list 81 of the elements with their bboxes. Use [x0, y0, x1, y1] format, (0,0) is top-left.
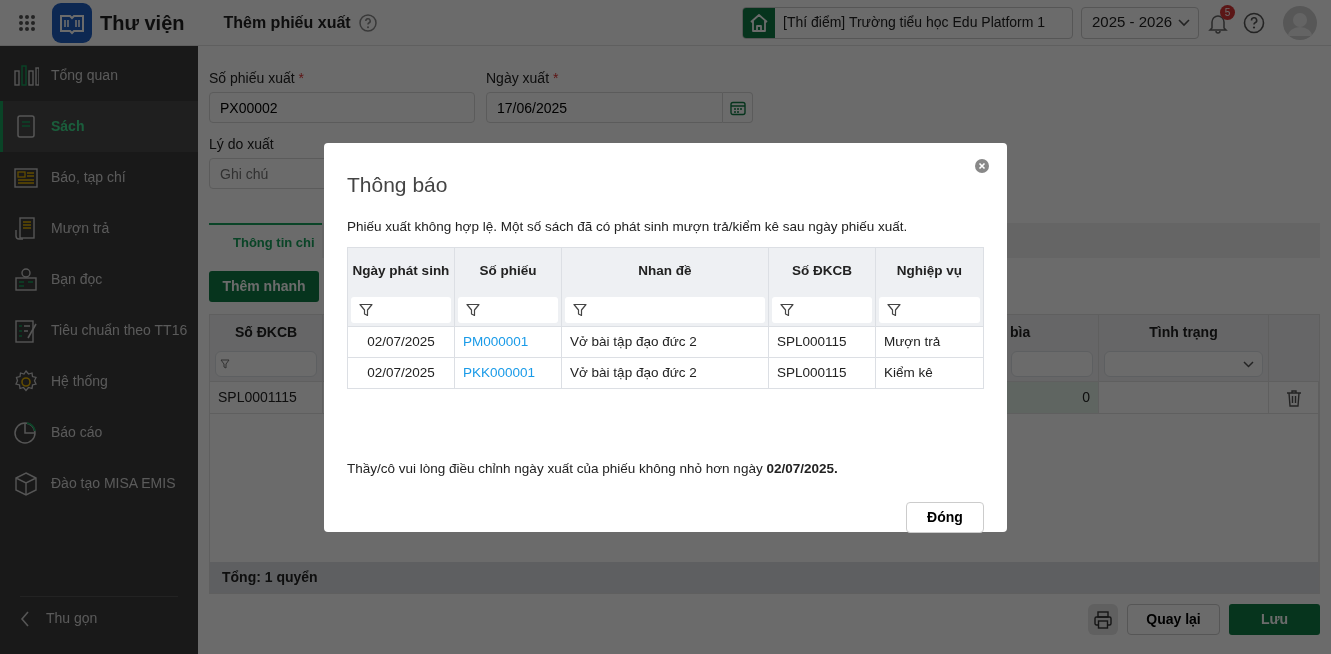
sidebar-item[interactable]: Báo cáo — [0, 407, 198, 458]
table-cell-text: 02/07/2025 — [367, 332, 435, 351]
cube-icon — [13, 470, 39, 497]
filter-field[interactable] — [458, 296, 558, 323]
notification-count: 5 — [1220, 5, 1235, 21]
chevron-left-icon — [20, 610, 30, 627]
filter-icon — [780, 302, 794, 317]
voucher-link[interactable]: PM000001 — [463, 331, 529, 352]
back-button[interactable]: Quay lại — [1127, 604, 1220, 635]
house-icon — [749, 12, 769, 33]
dialog-note: Thầy/cô vui lòng điều chỉnh ngày xuất của phiếu không nhỏ hơn ngày 02/07/2025. — [347, 459, 839, 478]
column-header: Số ĐKCB — [792, 261, 852, 280]
column-header: Tình trạng — [1149, 322, 1218, 342]
chevron-down-icon — [1178, 18, 1190, 27]
sidebar-item[interactable]: Tiêu chuẩn theo TT16 — [0, 305, 198, 356]
sidebar-item[interactable]: Tổng quan — [0, 50, 198, 101]
year-select[interactable]: 2025 - 2026 — [1081, 6, 1199, 39]
filter-icon — [887, 302, 901, 317]
filter-icon — [220, 359, 230, 369]
table-cell-text: 02/07/2025 — [367, 363, 435, 382]
table-cell-text: Mượn trả — [884, 332, 941, 351]
table-cell-text: 0 — [1082, 388, 1090, 407]
sidebar-item[interactable]: Đào tạo MISA EMIS — [0, 458, 198, 509]
checklist-icon — [13, 317, 39, 344]
field-label: Số phiếu xuất — [209, 70, 295, 86]
field-label: Ngày xuất — [486, 70, 550, 86]
filter-field[interactable] — [879, 296, 980, 323]
collapse-button[interactable]: Thu gọn — [20, 596, 178, 640]
filter-icon — [573, 302, 587, 317]
table-cell-text: Kiểm kê — [884, 363, 933, 382]
column-header: Số phiếu — [479, 261, 537, 280]
filter-icon — [466, 302, 480, 317]
save-button[interactable]: Lưu — [1229, 604, 1320, 635]
filter-icon — [359, 302, 373, 317]
filter-field[interactable] — [565, 296, 765, 323]
total-count: Tổng: 1 quyển — [222, 568, 318, 587]
apps-menu-icon[interactable] — [18, 13, 36, 32]
school-selector[interactable]: [Thí điểm] Trường tiểu học Edu Platform 1 — [742, 6, 1073, 39]
column-header: Số ĐKCB — [234, 322, 298, 342]
reader-icon — [13, 266, 39, 293]
table-cell-text: Vở bài tập đạo đức 2 — [570, 363, 697, 382]
input-field[interactable]: 17/06/2025 — [486, 92, 723, 123]
app-title: Thư viện — [100, 10, 185, 36]
tab[interactable]: Thông tin chi — [209, 223, 322, 258]
pie-chart-icon — [13, 419, 39, 446]
sidebar-item[interactable]: Bạn đọc — [0, 254, 198, 305]
trash-icon[interactable] — [1285, 388, 1302, 407]
table-cell-text: SPL0001115 — [218, 388, 297, 407]
field-label: Lý do xuất — [209, 136, 274, 152]
close-icon[interactable] — [974, 158, 990, 174]
voucher-link[interactable]: PKK000001 — [463, 362, 536, 383]
column-header: Nhan đề — [638, 261, 692, 280]
column-header: bìa — [1009, 322, 1031, 342]
sidebar-item[interactable]: Báo, tạp chí — [0, 152, 198, 203]
close-button[interactable]: Đóng — [906, 502, 984, 533]
column-header: Ngày phát sinh — [352, 261, 450, 280]
column-header: Nghiệp vụ — [896, 261, 963, 280]
sidebar-item[interactable]: Mượn trả — [0, 203, 198, 254]
print-button[interactable] — [1088, 604, 1118, 635]
dialog-title: Thông báo — [347, 172, 449, 198]
bar-chart-icon — [13, 62, 39, 89]
status-select[interactable] — [1104, 351, 1263, 377]
calendar-icon — [729, 99, 746, 116]
help-icon[interactable] — [358, 13, 377, 32]
filter-field[interactable] — [215, 351, 317, 377]
printer-icon — [1094, 610, 1112, 629]
input-field[interactable]: PX00002 — [209, 92, 475, 123]
quick-add-button[interactable]: Thêm nhanh — [209, 271, 319, 302]
table-cell-text: SPL000115 — [777, 363, 847, 382]
table-cell-text: Vở bài tập đạo đức 2 — [570, 332, 697, 351]
help-icon[interactable] — [1243, 11, 1265, 34]
required-mark: * — [298, 70, 304, 86]
sidebar-item[interactable]: Hệ thống — [0, 356, 198, 407]
page-title: Thêm phiếu xuất — [223, 12, 351, 33]
required-mark: * — [552, 70, 559, 86]
chevron-down-icon — [1243, 360, 1254, 368]
dialog-message: Phiếu xuất không hợp lệ. Một số sách đã có phát sinh mượn trả/kiểm kê sau ngày phiếu xuất. — [347, 217, 909, 236]
table-cell-text: SPL000115 — [777, 332, 847, 351]
calendar-button[interactable] — [723, 92, 753, 123]
filter-field[interactable] — [772, 296, 872, 323]
filter-field[interactable] — [351, 296, 451, 323]
